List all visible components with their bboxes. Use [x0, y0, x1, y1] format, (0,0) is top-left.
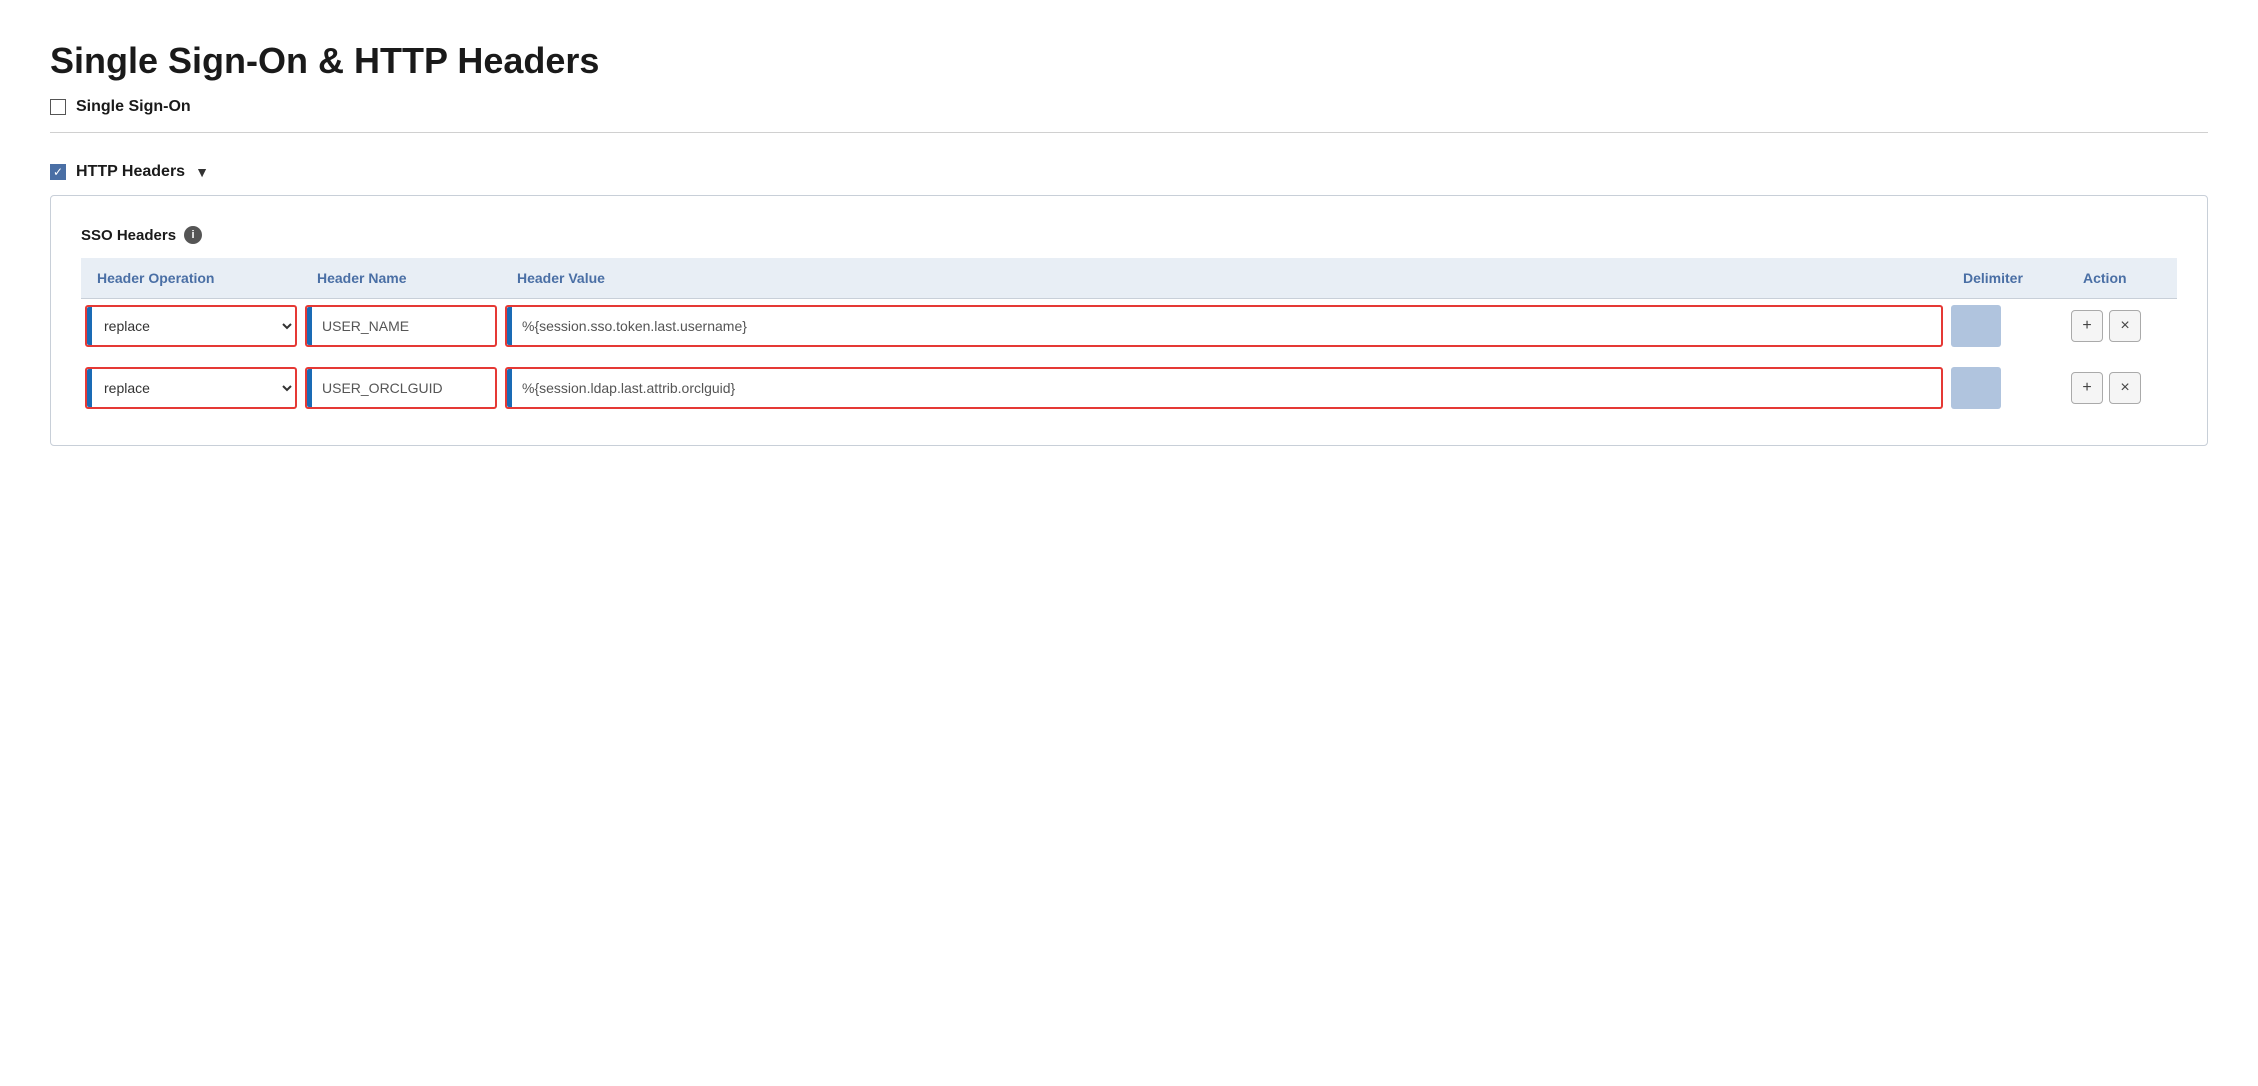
- chevron-down-icon[interactable]: ▼: [195, 164, 209, 180]
- header-value-input-1[interactable]: [512, 307, 1941, 345]
- section-divider: [50, 132, 2208, 133]
- col-header-operation: Header Operation: [81, 258, 301, 299]
- action-buttons-1: + ×: [2071, 310, 2173, 342]
- col-header-value: Header Value: [501, 258, 1947, 299]
- http-headers-box: SSO Headers i Header Operation Header Na…: [50, 195, 2208, 446]
- http-headers-section: ✓ HTTP Headers ▼ SSO Headers i Header Op…: [50, 163, 2208, 446]
- http-headers-checkbox[interactable]: ✓: [50, 164, 66, 180]
- operation-select-1[interactable]: replaceinsertdelete: [92, 307, 295, 345]
- sso-label: Single Sign-On: [76, 98, 191, 116]
- http-headers-label: HTTP Headers: [76, 163, 185, 181]
- sso-section: Single Sign-On: [50, 98, 2208, 116]
- table-row: replaceinsertdelete + ×: [81, 361, 2177, 415]
- add-row-button-2[interactable]: +: [2071, 372, 2103, 404]
- header-name-input-2[interactable]: [312, 369, 495, 407]
- sso-headers-table: Header Operation Header Name Header Valu…: [81, 258, 2177, 415]
- info-icon[interactable]: i: [184, 226, 202, 244]
- delimiter-box-1: [1951, 305, 2001, 347]
- add-row-button-1[interactable]: +: [2071, 310, 2103, 342]
- sso-checkbox[interactable]: [50, 99, 66, 115]
- sso-headers-label: SSO Headers: [81, 227, 176, 244]
- operation-select-2[interactable]: replaceinsertdelete: [92, 369, 295, 407]
- action-buttons-2: + ×: [2071, 372, 2173, 404]
- header-value-input-2[interactable]: [512, 369, 1941, 407]
- col-action: Action: [2067, 258, 2177, 299]
- delimiter-box-2: [1951, 367, 2001, 409]
- table-header-row: Header Operation Header Name Header Valu…: [81, 258, 2177, 299]
- remove-row-button-1[interactable]: ×: [2109, 310, 2141, 342]
- http-headers-header: ✓ HTTP Headers ▼: [50, 163, 2208, 181]
- remove-row-button-2[interactable]: ×: [2109, 372, 2141, 404]
- sso-headers-title: SSO Headers i: [81, 226, 2177, 244]
- header-name-input-1[interactable]: [312, 307, 495, 345]
- col-header-name: Header Name: [301, 258, 501, 299]
- table-row: replaceinsertdelete + ×: [81, 299, 2177, 354]
- page-title: Single Sign-On & HTTP Headers: [50, 40, 2208, 82]
- col-delimiter: Delimiter: [1947, 258, 2067, 299]
